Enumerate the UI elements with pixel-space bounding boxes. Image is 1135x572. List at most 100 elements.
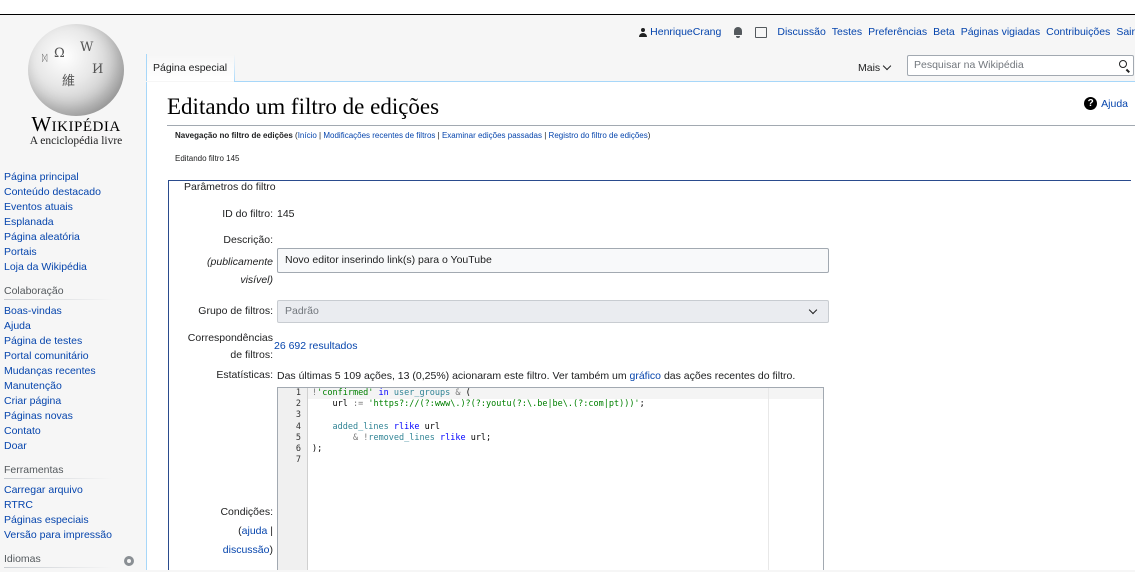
sidebar-item-portals[interactable]: Portais [0,245,146,260]
filter-matches-label-line1: Correspondências [187,332,273,344]
filter-parameters-legend: Parâmetros do filtro [181,181,279,193]
sidebar-item-upload[interactable]: Carregar arquivo [0,483,146,498]
conditions-label-text: Condições: [220,506,273,518]
more-label: Mais [858,62,881,74]
statistics-text-part1: Das últimas 5 109 ações, 13 (0,25%) acio… [277,370,627,382]
logout-link[interactable]: Sair [1116,26,1135,38]
notifications-bell-icon[interactable] [733,26,743,38]
watchlist-link[interactable]: Páginas vigiadas [961,26,1040,38]
statistics-label: Estatísticas: [216,369,273,381]
sidebar-item-community-portal[interactable]: Portal comunitário [0,349,146,364]
tab-special-page[interactable]: Página especial [146,54,236,81]
editing-filter-note: Editando filtro 145 [175,154,240,163]
editor-gutter: 1 2 3 4 5 6 7 [278,388,308,570]
sidebar-item-help[interactable]: Ajuda [0,319,146,334]
sidebar-item-main-page[interactable]: Página principal [0,170,146,185]
title-divider [167,125,1135,126]
print-margin [768,388,769,570]
sidebar-item-sandbox[interactable]: Página de testes [0,334,146,349]
sidebar-item-random[interactable]: Página aleatória [0,230,146,245]
search-icon[interactable] [1119,60,1127,68]
main-content: Editando um filtro de edições ? Ajuda Na… [146,82,1135,570]
filter-id-label-text: ID do filtro: [222,208,273,220]
sidebar: Página principal Conteúdo destacado Even… [0,170,146,572]
filter-matches-link[interactable]: 26 692 resultados [274,340,357,352]
gear-icon[interactable] [124,556,134,566]
description-field[interactable]: Novo editor inserindo link(s) para o You… [277,248,829,273]
top-bar [0,0,1135,15]
nav-filter-log-link[interactable]: Registro do filtro de edições [549,131,648,140]
conditions-discussion-link[interactable]: discussão [223,544,270,556]
nav-home-link[interactable]: Início [298,131,317,140]
sidebar-item-new-pages[interactable]: Páginas novas [0,409,146,424]
username-link[interactable]: HenriqueCrang [650,26,721,38]
sidebar-item-special-pages[interactable]: Páginas especiais [0,513,146,528]
help-link[interactable]: ? Ajuda [1084,97,1128,110]
line-number: 5 [295,432,301,443]
chevron-down-icon [808,305,818,315]
sidebar-heading-tools: Ferramentas [0,464,146,479]
search-placeholder: Pesquisar na Wikipédia [914,59,1024,71]
statistics-text: Das últimas 5 109 ações, 13 (0,25%) acio… [277,370,795,382]
sidebar-item-current-events[interactable]: Eventos atuais [0,200,146,215]
page-title: Editando um filtro de edições [167,94,440,119]
personal-tools: HenriqueCrang Discussão Testes Preferênc… [639,24,1135,40]
sidebar-heading-collaboration: Colaboração [0,285,146,300]
logo-wordmark: Wikipédia [31,112,121,136]
statistics-text-part2: das ações recentes do filtro. [663,370,796,382]
sidebar-item-recent-changes[interactable]: Mudanças recentes [0,364,146,379]
sandbox-link[interactable]: Testes [832,26,862,38]
preferences-link[interactable]: Preferências [868,26,927,38]
beta-link[interactable]: Beta [933,26,955,38]
sidebar-item-village-pump[interactable]: Esplanada [0,215,146,230]
sidebar-heading-languages: Idiomas [0,553,146,568]
nav-examine-past-edits-link[interactable]: Examinar edições passadas [442,131,542,140]
sidebar-item-featured[interactable]: Conteúdo destacado [0,185,146,200]
languages-label: Idiomas [4,553,41,565]
sidebar-item-welcome[interactable]: Boas-vindas [0,304,146,319]
filter-navigation-label: Navegação no filtro de edições [175,131,293,140]
notices-tray-icon[interactable] [755,26,768,38]
description-public-note: (publicamente [207,256,273,268]
talk-link[interactable]: Discussão [777,26,825,38]
filter-id-label: ID do filtro: [222,207,273,222]
sidebar-item-donate[interactable]: Doar [0,439,146,454]
help-label: Ajuda [1101,97,1128,110]
filter-group-select[interactable]: Padrão [277,300,829,323]
conditions-code[interactable]: !'confirmed' in user_groups & ( url := '… [312,388,645,455]
more-menu[interactable]: Mais [858,61,892,74]
sidebar-item-rtrc[interactable]: RTRC [0,498,146,513]
line-number: 2 [295,399,301,410]
sidebar-item-maintenance[interactable]: Manutenção [0,379,146,394]
sidebar-item-printable[interactable]: Versão para impressão [0,528,146,543]
description-visible-note: visível) [240,274,273,286]
wikipedia-logo[interactable]: Ω W И 維 ᛞ Wikipédia A enciclopédia livre [6,20,146,160]
statistics-graph-link[interactable]: gráfico [630,370,662,382]
line-number: 1 [295,388,301,398]
sidebar-item-create-page[interactable]: Criar página [0,394,146,409]
filter-group-value: Padrão [285,305,319,317]
line-number: 7 [295,455,301,466]
filter-group-label: Grupo de filtros: [198,305,273,317]
help-icon: ? [1084,97,1098,110]
filter-matches-label-line2: de filtros: [230,349,273,361]
page-tabs: Página especial Mais Pesquisar na Wikipé… [146,54,1135,82]
logo-tagline: A enciclopédia livre [29,135,123,147]
search-input[interactable]: Pesquisar na Wikipédia [907,55,1134,76]
puzzle-globe-icon: Ω W И 維 ᛞ [28,24,124,116]
description-label-text: Descrição: [223,234,273,246]
conditions-help-link[interactable]: ajuda [242,525,268,537]
line-number: 6 [295,444,301,455]
sidebar-item-contact[interactable]: Contato [0,424,146,439]
nav-recent-filter-changes-link[interactable]: Modificações recentes de filtros [323,131,435,140]
tab-edge [234,54,235,82]
filter-id-value: 145 [277,208,295,220]
user-icon [639,27,648,37]
description-label: Descrição: (publicamente visível) [207,233,273,288]
line-number: 4 [295,421,301,432]
conditions-label: Condições: (ajuda | discussão) [220,506,273,556]
filter-matches-label: Correspondências de filtros: [188,331,273,363]
sidebar-item-store[interactable]: Loja da Wikipédia [0,260,146,275]
contributions-link[interactable]: Contribuições [1046,26,1110,38]
conditions-code-editor[interactable]: 1 2 3 4 5 6 7 !'confirmed' in user_group… [277,387,824,570]
